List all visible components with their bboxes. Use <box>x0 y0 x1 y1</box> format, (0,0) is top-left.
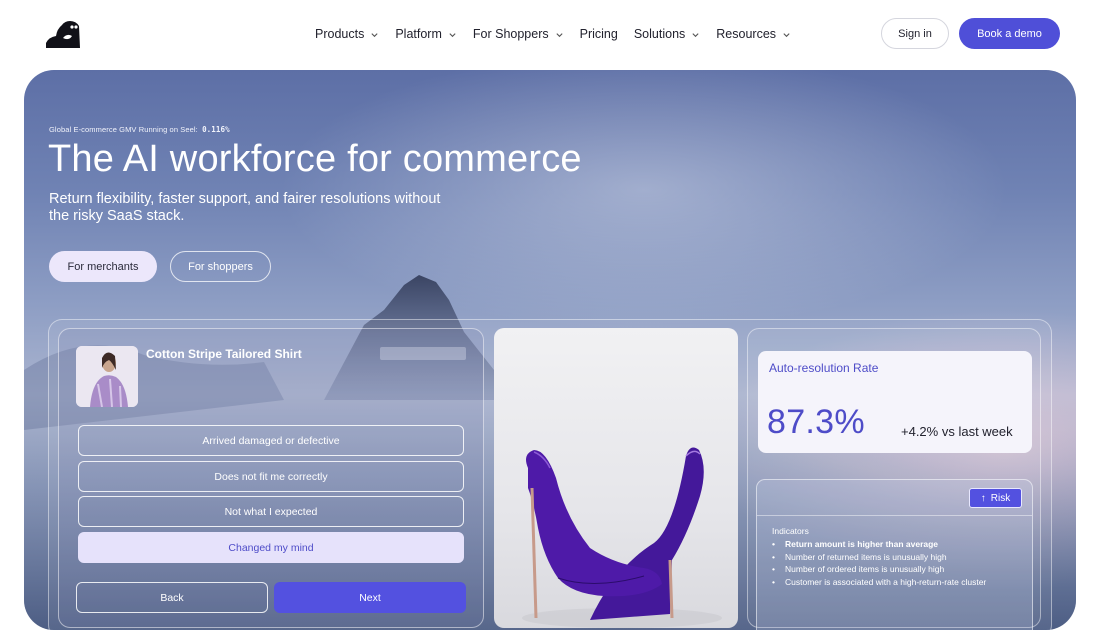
auto-resolution-delta: +4.2% vs last week <box>901 424 1013 439</box>
reason-option-selected[interactable]: Changed my mind <box>78 532 464 563</box>
auto-resolution-label: Auto-resolution Rate <box>769 361 879 375</box>
chevron-down-icon <box>692 32 699 37</box>
nav-pricing-label: Pricing <box>579 27 618 41</box>
hero-subline: Return flexibility, faster support, and … <box>49 191 441 224</box>
arrow-up-icon: ↑ <box>980 492 986 504</box>
chevron-down-icon <box>783 32 790 37</box>
hero-headline: The AI workforce for commerce <box>48 138 582 180</box>
nav-resources[interactable]: Resources <box>716 27 791 41</box>
gmv-value: 0.116% <box>202 125 230 134</box>
nav-products-label: Products <box>315 27 365 41</box>
nav-for-shoppers-label: For Shoppers <box>472 27 549 41</box>
nav-platform[interactable]: Platform <box>395 27 457 41</box>
hero-section: Global E-commerce GMV Running on Seel: 0… <box>24 70 1076 630</box>
indicator-item: Return amount is higher than average <box>772 538 986 551</box>
indicators-list: Return amount is higher than average Num… <box>772 538 986 588</box>
product-thumbnail <box>76 346 138 407</box>
seel-logo-icon[interactable] <box>45 19 81 49</box>
nav-products[interactable]: Products <box>315 27 379 41</box>
nav-solutions[interactable]: Solutions <box>634 27 700 41</box>
nav-for-shoppers[interactable]: For Shoppers <box>473 27 564 41</box>
gmv-ticker: Global E-commerce GMV Running on Seel: 0… <box>49 125 230 134</box>
next-button[interactable]: Next <box>274 582 466 613</box>
purple-heels-image <box>522 447 722 628</box>
for-merchants-button[interactable]: For merchants <box>49 251 157 282</box>
reason-option[interactable]: Does not fit me correctly <box>78 461 464 492</box>
risk-badge-label: Risk <box>990 492 1011 504</box>
chevron-down-icon <box>371 32 378 37</box>
sign-in-button[interactable]: Sign in <box>881 18 949 49</box>
risk-badge[interactable]: ↑ Risk <box>969 488 1022 508</box>
book-demo-button[interactable]: Book a demo <box>959 18 1060 49</box>
risk-divider <box>757 515 1032 516</box>
gmv-label: Global E-commerce GMV Running on Seel: <box>49 125 198 134</box>
indicator-item: Number of ordered items is unusually hig… <box>772 563 986 576</box>
product-detail-placeholder <box>380 347 466 360</box>
chevron-down-icon <box>449 32 456 37</box>
nav-solutions-label: Solutions <box>633 27 686 41</box>
auto-resolution-value: 87.3% <box>767 403 865 441</box>
back-button[interactable]: Back <box>76 582 268 613</box>
indicator-item: Customer is associated with a high-retur… <box>772 576 986 589</box>
product-image-card <box>494 328 738 628</box>
product-name: Cotton Stripe Tailored Shirt <box>146 347 302 361</box>
nav-resources-label: Resources <box>716 27 777 41</box>
nav-platform-label: Platform <box>395 27 442 41</box>
chevron-down-icon <box>556 32 563 37</box>
reason-option[interactable]: Not what I expected <box>78 496 464 527</box>
main-menu: Products Platform For Shoppers Pricing S… <box>315 25 807 43</box>
top-nav: Products Platform For Shoppers Pricing S… <box>0 0 1100 68</box>
indicators-title: Indicators <box>772 526 809 536</box>
for-shoppers-button[interactable]: For shoppers <box>170 251 271 282</box>
nav-pricing[interactable]: Pricing <box>580 27 618 41</box>
reason-option[interactable]: Arrived damaged or defective <box>78 425 464 456</box>
indicator-item: Number of returned items is unusually hi… <box>772 551 986 564</box>
